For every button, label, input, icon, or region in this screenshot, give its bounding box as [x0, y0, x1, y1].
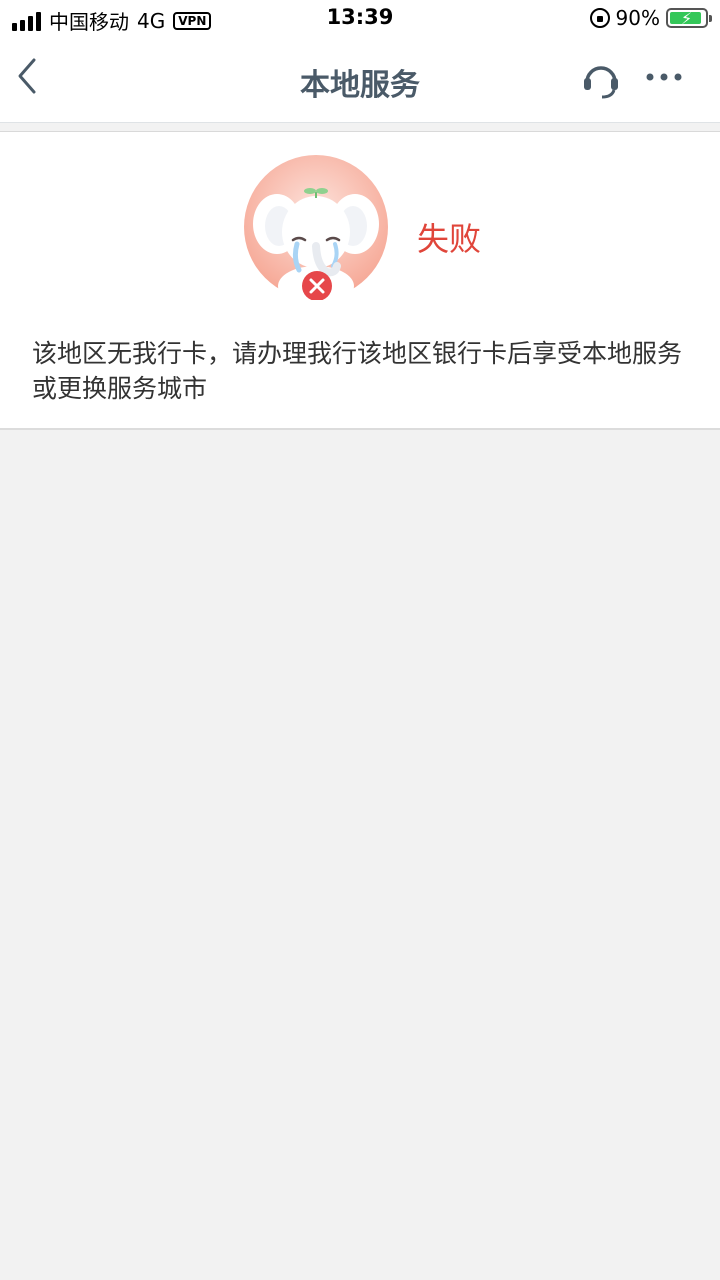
rotation-lock-icon	[589, 8, 610, 28]
battery-icon: ⚡	[666, 8, 712, 28]
charging-bolt-icon: ⚡	[681, 9, 693, 28]
result-card: 失败 该地区无我行卡，请办理我行该地区银行卡后享受本地服务或更换服务城市	[0, 132, 720, 430]
battery-percent: 90%	[615, 6, 660, 30]
nav-bar: 本地服务	[0, 38, 720, 122]
customer-service-button[interactable]	[578, 56, 624, 102]
result-status: 失败	[417, 220, 482, 258]
headset-icon	[584, 66, 618, 99]
status-right: 90% ⚡	[589, 6, 712, 30]
nav-divider	[0, 122, 720, 132]
more-button[interactable]	[642, 62, 686, 92]
result-message: 该地区无我行卡，请办理我行该地区银行卡后享受本地服务或更换服务城市	[32, 339, 683, 403]
status-bar: 中国移动 4G VPN 13:39 90% ⚡	[0, 0, 720, 38]
crying-elephant-mascot-icon	[243, 154, 389, 306]
more-dots-icon	[646, 73, 682, 81]
